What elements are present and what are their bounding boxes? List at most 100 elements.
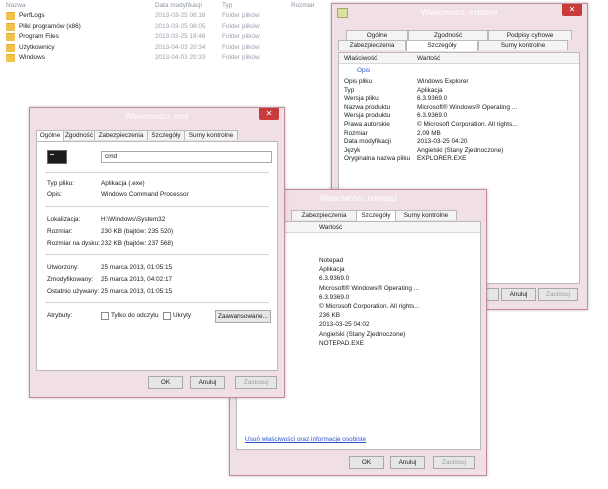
file-row[interactable]: PerfLogs 2013-03-25 08:16 Folder plików	[6, 11, 336, 22]
tab-details[interactable]: Szczegóły	[356, 210, 396, 221]
hidden-checkbox[interactable]	[163, 312, 171, 320]
property-name: Wersja pliku	[344, 95, 379, 103]
property-name: Oryginalna nazwa pliku	[344, 155, 411, 163]
advanced-button[interactable]: Zaawansowane...	[215, 310, 271, 323]
col-property-header[interactable]: Właściwość	[344, 55, 377, 62]
property-name: Prawa autorskie	[344, 121, 390, 128]
file-type: Folder plików	[222, 54, 260, 61]
cmd-app-icon	[47, 150, 67, 164]
close-button[interactable]: ✕	[562, 4, 582, 16]
col-size-header[interactable]: Rozmiar	[291, 2, 315, 9]
property-value: Aplikacja	[319, 266, 345, 274]
close-button[interactable]: ✕	[259, 108, 279, 120]
tab-compatibility[interactable]: Zgodność	[63, 130, 95, 140]
accessed-label: Ostatnio używany:	[47, 288, 100, 295]
property-value: 2013-03-25 04:02	[319, 321, 370, 329]
separator	[45, 206, 269, 207]
tab-details[interactable]: Szczegóły	[147, 130, 185, 140]
section-label: Opis	[357, 67, 371, 74]
ok-button[interactable]: OK	[148, 376, 183, 389]
tab-security[interactable]: Zabezpieczenia	[94, 130, 148, 140]
file-row[interactable]: Program Files 2013-03-25 19:46 Folder pl…	[6, 32, 336, 43]
property-value: Windows Explorer	[417, 78, 469, 85]
col-name-header[interactable]: Nazwa	[6, 2, 26, 9]
property-value: 2,09 MB	[417, 129, 441, 137]
separator	[45, 254, 269, 255]
property-row[interactable]: Oryginalna nazwa pliku EXPLORER.EXE	[339, 155, 579, 164]
col-value-header[interactable]: Wartość	[417, 55, 440, 62]
tab-strip: Ogólne Zgodność Zabezpieczenia Szczegóły…	[36, 130, 278, 141]
location-label: Lokalizacja:	[47, 216, 81, 223]
apply-button[interactable]: Zastosuj	[235, 376, 277, 389]
property-value: Notepad	[319, 257, 344, 264]
property-name: Język	[344, 146, 361, 154]
property-value: Angielski (Stany Zjednoczone)	[417, 146, 504, 154]
apply-button[interactable]: Zastosuj	[538, 288, 578, 301]
file-name-input[interactable]: cmd	[101, 151, 272, 163]
file-row[interactable]: Windows 2013-04-03 20:33 Folder plików	[6, 53, 336, 64]
dialog-title: Właściwości: explorer	[421, 8, 498, 17]
title-bar[interactable]: Właściwości: cmd ✕	[30, 108, 284, 126]
tab-security[interactable]: Zabezpieczenia	[338, 40, 406, 50]
file-date: 2013-03-25 19:46	[155, 33, 206, 40]
folder-icon	[6, 12, 15, 20]
tab-security[interactable]: Zabezpieczenia	[291, 210, 357, 220]
remove-properties-link[interactable]: Usuń właściwości oraz informacje osobist…	[245, 436, 366, 443]
modified-label: Zmodyfikowany:	[47, 276, 94, 283]
property-name: Nazwa produktu	[344, 103, 391, 111]
file-name: Pliki programów (x86)	[19, 22, 81, 30]
tab-details[interactable]: Szczegóły	[406, 40, 478, 51]
modified-value: 25 marca 2013, 04:02:17	[101, 276, 173, 283]
file-row[interactable]: Pliki programów (x86) 2013-03-25 08:05 F…	[6, 22, 336, 33]
tab-general[interactable]: Ogólne	[36, 130, 64, 141]
property-value: 6.3.9369.0	[319, 293, 350, 301]
size-value: 230 KB (bajtów: 235 520)	[101, 228, 174, 235]
property-value: 6.3.9369.0	[417, 112, 448, 120]
property-value: EXPLORER.EXE	[417, 155, 467, 163]
tab-checksums[interactable]: Sumy kontrolne	[395, 210, 457, 220]
file-date: 2013-03-25 08:05	[155, 22, 206, 30]
tab-checksums[interactable]: Sumy kontrolne	[184, 130, 238, 140]
apply-button[interactable]: Zastosuj	[433, 456, 475, 469]
tab-compatibility[interactable]: Zgodność	[408, 30, 488, 40]
file-type: Folder plików	[222, 43, 260, 51]
property-value: © Microsoft Corporation. All rights...	[417, 121, 518, 128]
file-row[interactable]: Użytkownicy 2013-04-03 20:34 Folder plik…	[6, 43, 336, 54]
hidden-label[interactable]: Ukryty	[173, 312, 191, 319]
property-value: Aplikacja	[417, 86, 443, 94]
size-on-disk-value: 232 KB (bajtów: 237 568)	[101, 240, 174, 247]
created-label: Utworzony:	[47, 264, 79, 271]
title-bar[interactable]: Właściwości: explorer ✕	[332, 4, 587, 22]
readonly-label[interactable]: Tylko do odczytu	[111, 312, 159, 319]
file-list: Nazwa Data modyfikacji Typ Rozmiar PerfL…	[6, 0, 336, 64]
property-name: Rozmiar	[344, 129, 368, 137]
file-type: Folder plików	[222, 22, 260, 30]
tab-digital-signatures[interactable]: Podpisy cyfrowe	[488, 30, 572, 40]
property-value: Microsoft® Windows® Operating ...	[417, 103, 517, 111]
file-date: 2013-03-25 08:16	[155, 12, 206, 19]
file-type-value: Aplikacja (.exe)	[101, 180, 145, 187]
property-value: 6.3.9369.0	[319, 275, 350, 283]
ok-button[interactable]: OK	[349, 456, 384, 469]
cancel-button[interactable]: Anuluj	[390, 456, 425, 469]
file-name: Użytkownicy	[19, 43, 55, 51]
col-value-header[interactable]: Wartość	[319, 224, 342, 231]
readonly-checkbox[interactable]	[101, 312, 109, 320]
col-date-header[interactable]: Data modyfikacji	[155, 2, 202, 9]
cmd-properties-dialog: Właściwości: cmd ✕ Ogólne Zgodność Zabez…	[29, 107, 285, 398]
description-value: Windows Command Processor	[101, 191, 189, 198]
file-date: 2013-04-03 20:33	[155, 54, 206, 61]
property-value: © Microsoft Corporation. All rights...	[319, 303, 420, 310]
tab-general[interactable]: Ogólne	[346, 30, 408, 40]
folder-icon	[6, 43, 15, 52]
cancel-button[interactable]: Anuluj	[501, 288, 536, 301]
tab-checksums[interactable]: Sumy kontrolne	[478, 40, 568, 50]
file-type-label: Typ pliku:	[47, 180, 74, 187]
attributes-label: Atrybuty:	[47, 312, 73, 319]
cancel-button[interactable]: Anuluj	[190, 376, 225, 389]
general-panel: cmd Typ pliku: Aplikacja (.exe) Opis: Wi…	[36, 141, 278, 371]
property-value: Microsoft® Windows® Operating ...	[319, 284, 419, 292]
col-type-header[interactable]: Typ	[222, 2, 232, 9]
property-value: 6.3.9369.0	[417, 95, 448, 103]
size-on-disk-label: Rozmiar na dysku:	[47, 240, 100, 247]
